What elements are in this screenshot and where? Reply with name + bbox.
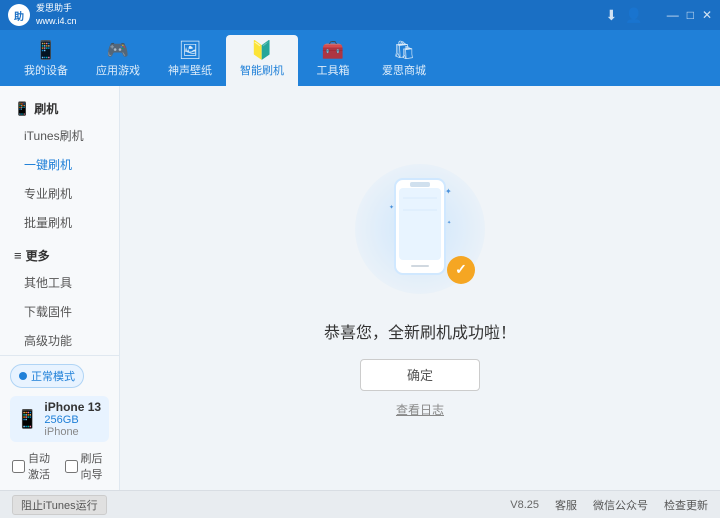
guide-after-checkbox[interactable]: 刷后向导 — [65, 450, 108, 482]
svg-text:✦: ✦ — [445, 187, 452, 196]
nav-label-apps-games: 应用游戏 — [96, 62, 140, 78]
device-storage: 256GB — [44, 414, 101, 426]
view-log-link[interactable]: 查看日志 — [396, 401, 444, 418]
sidebar-item-pro-flash[interactable]: 专业刷机 — [0, 179, 119, 208]
title-bar-controls: ⬇ 👤 — □ ✕ — [606, 7, 712, 24]
checkbox-row: 自动激活 刷后向导 — [10, 448, 109, 484]
user-icon[interactable]: 👤 — [625, 7, 642, 24]
maximize-button[interactable]: □ — [687, 8, 694, 22]
download-icon[interactable]: ⬇ — [606, 7, 618, 24]
close-button[interactable]: ✕ — [702, 8, 712, 22]
version-text: V8.25 — [510, 499, 539, 511]
support-link[interactable]: 客服 — [555, 497, 577, 513]
svg-text:✦: ✦ — [389, 204, 394, 211]
device-area: 正常模式 📱 iPhone 13 256GB iPhone 自动激活 刷后向导 — [0, 355, 119, 492]
wallpaper-icon: 🖼 — [179, 41, 202, 59]
mode-badge: 正常模式 — [10, 364, 84, 388]
sidebar-item-download-firmware[interactable]: 下载固件 — [0, 297, 119, 326]
device-card: 📱 iPhone 13 256GB iPhone — [10, 396, 109, 442]
confirm-button[interactable]: 确定 — [360, 359, 480, 391]
check-badge: ✓ — [447, 256, 475, 284]
mode-badge-dot — [19, 372, 27, 380]
minimize-button[interactable]: — — [667, 8, 679, 22]
sidebar-section-more: ≡ 更多 — [0, 241, 119, 268]
nav-label-tools: 工具箱 — [317, 62, 350, 78]
nav-item-smart-flash[interactable]: 🔰 智能刷机 — [226, 35, 298, 86]
logo-text: 爱思助手 www.i4.cn — [36, 2, 77, 27]
sidebar-section-flash: 📱 刷机 — [0, 94, 119, 121]
sidebar-item-one-click-flash[interactable]: 一键刷机 — [0, 150, 119, 179]
store-icon: 🛍 — [393, 41, 416, 59]
sidebar: 📱 刷机 iTunes刷机 一键刷机 专业刷机 批量刷机 ≡ 更多 其他工具 下… — [0, 86, 120, 490]
auto-activate-input[interactable] — [12, 460, 25, 473]
sidebar-item-advanced-features[interactable]: 高级功能 — [0, 326, 119, 355]
nav-item-store[interactable]: 🛍 爱思商城 — [368, 35, 440, 86]
mode-badge-text: 正常模式 — [31, 368, 75, 384]
main-layout: 📱 刷机 iTunes刷机 一键刷机 专业刷机 批量刷机 ≡ 更多 其他工具 下… — [0, 86, 720, 490]
success-illustration: ✦ ✦ ✦ ✓ — [360, 159, 480, 299]
title-bar: 助 爱思助手 www.i4.cn ⬇ 👤 — □ ✕ — [0, 0, 720, 30]
content-area: ✦ ✦ ✦ ✓ 恭喜您，全新刷机成功啦！ 确定 查看日志 — [120, 86, 720, 490]
check-update-link[interactable]: 检查更新 — [664, 497, 708, 513]
device-phone-icon: 📱 — [16, 409, 38, 430]
device-name: iPhone 13 — [44, 400, 101, 414]
nav-label-my-device: 我的设备 — [24, 62, 68, 78]
footer-right: V8.25 客服 微信公众号 检查更新 — [510, 497, 708, 513]
footer: 阻止iTunes运行 V8.25 客服 微信公众号 检查更新 — [0, 490, 720, 518]
flash-section-icon: 📱 — [14, 101, 30, 117]
nav-item-wallpaper[interactable]: 🖼 神声壁纸 — [154, 35, 226, 86]
sidebar-item-other-tools[interactable]: 其他工具 — [0, 268, 119, 297]
success-title: 恭喜您，全新刷机成功啦！ — [324, 319, 516, 343]
nav-label-wallpaper: 神声壁纸 — [168, 62, 212, 78]
logo-icon: 助 — [8, 4, 30, 26]
sidebar-item-batch-flash[interactable]: 批量刷机 — [0, 208, 119, 237]
footer-left: 阻止iTunes运行 — [12, 495, 107, 515]
sidebar-item-itunes-flash[interactable]: iTunes刷机 — [0, 121, 119, 150]
stop-itunes-button[interactable]: 阻止iTunes运行 — [12, 495, 107, 515]
guide-after-input[interactable] — [65, 460, 78, 473]
my-device-icon: 📱 — [35, 41, 57, 59]
nav-bar: 📱 我的设备 🎮 应用游戏 🖼 神声壁纸 🔰 智能刷机 🧰 工具箱 🛍 爱思商城 — [0, 30, 720, 86]
nav-label-smart-flash: 智能刷机 — [240, 62, 284, 78]
auto-activate-checkbox[interactable]: 自动激活 — [12, 450, 55, 482]
nav-item-tools[interactable]: 🧰 工具箱 — [298, 35, 368, 86]
nav-item-apps-games[interactable]: 🎮 应用游戏 — [82, 35, 154, 86]
title-bar-left: 助 爱思助手 www.i4.cn — [8, 2, 77, 27]
smart-flash-icon: 🔰 — [251, 41, 273, 59]
nav-item-my-device[interactable]: 📱 我的设备 — [10, 35, 82, 86]
wechat-link[interactable]: 微信公众号 — [593, 497, 648, 513]
phone-svg: ✦ ✦ ✦ — [385, 174, 455, 284]
tools-icon: 🧰 — [322, 41, 344, 59]
svg-text:✦: ✦ — [447, 220, 451, 226]
device-info: iPhone 13 256GB iPhone — [44, 400, 101, 438]
nav-label-store: 爱思商城 — [382, 62, 426, 78]
device-model: iPhone — [44, 426, 101, 438]
more-section-icon: ≡ — [14, 248, 22, 263]
apps-games-icon: 🎮 — [107, 41, 129, 59]
